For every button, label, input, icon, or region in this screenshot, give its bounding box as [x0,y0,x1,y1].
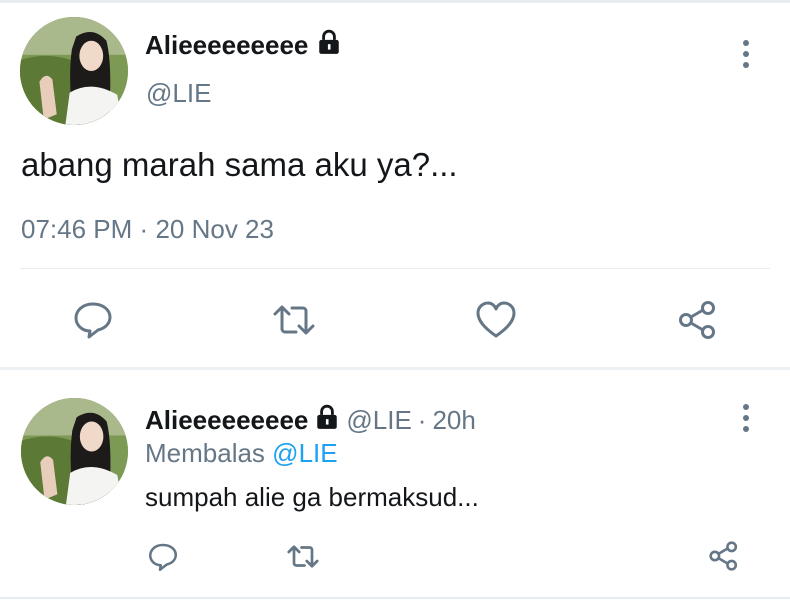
share-icon [709,541,738,571]
retweet-button[interactable] [270,300,318,340]
reply-age: 20h [432,405,476,435]
more-options-icon[interactable] [742,404,750,437]
tweet-timestamp: 07:46 PM · 20 Nov 23 [21,214,274,245]
display-name-text: Alieeeeeeeee [145,30,309,60]
display-name[interactable]: Alieeeeeeeee [145,29,342,62]
retweet-icon [287,544,319,568]
lock-icon [316,29,342,62]
divider [20,268,770,269]
section-divider [0,367,790,370]
retweet-icon [273,305,315,335]
reply-button[interactable] [70,298,116,342]
like-button[interactable] [473,298,519,342]
more-options-icon[interactable] [742,40,750,73]
tweet-date: 20 Nov 23 [155,214,274,244]
reply-avatar[interactable] [21,398,128,505]
reply-text: sumpah alie ga bermaksud... [145,482,479,512]
replying-to-link[interactable]: @LIE [272,438,337,468]
top-border [0,0,790,3]
like-icon [476,301,516,338]
lock-icon [314,404,340,437]
reply-header: Alieeeeeeeee @LIE · 20h [145,404,476,437]
bottom-divider [0,597,790,599]
reply-icon [148,543,178,572]
reply-display-name[interactable]: Alieeeeeeeee [145,405,308,436]
replying-to: Membalas @LIE [145,438,338,469]
reply-share-button[interactable] [706,538,742,574]
tweet-text: abang marah sama aku ya?... [21,146,458,183]
reply-reply-button[interactable] [146,540,180,574]
reply-separator: · [417,405,427,435]
reply-retweet-button[interactable] [284,540,322,572]
meta-separator: · [139,214,149,244]
avatar-photo [20,17,128,125]
avatar[interactable] [20,17,128,125]
tweet-time: 07:46 PM [21,214,133,244]
reply-icon [74,302,112,339]
share-button[interactable] [676,298,720,342]
replying-prefix: Membalas [145,438,265,468]
reply-handle[interactable]: @LIE [346,405,411,436]
avatar-photo [21,398,128,505]
share-icon [679,301,715,339]
handle[interactable]: @LIE [146,78,211,109]
